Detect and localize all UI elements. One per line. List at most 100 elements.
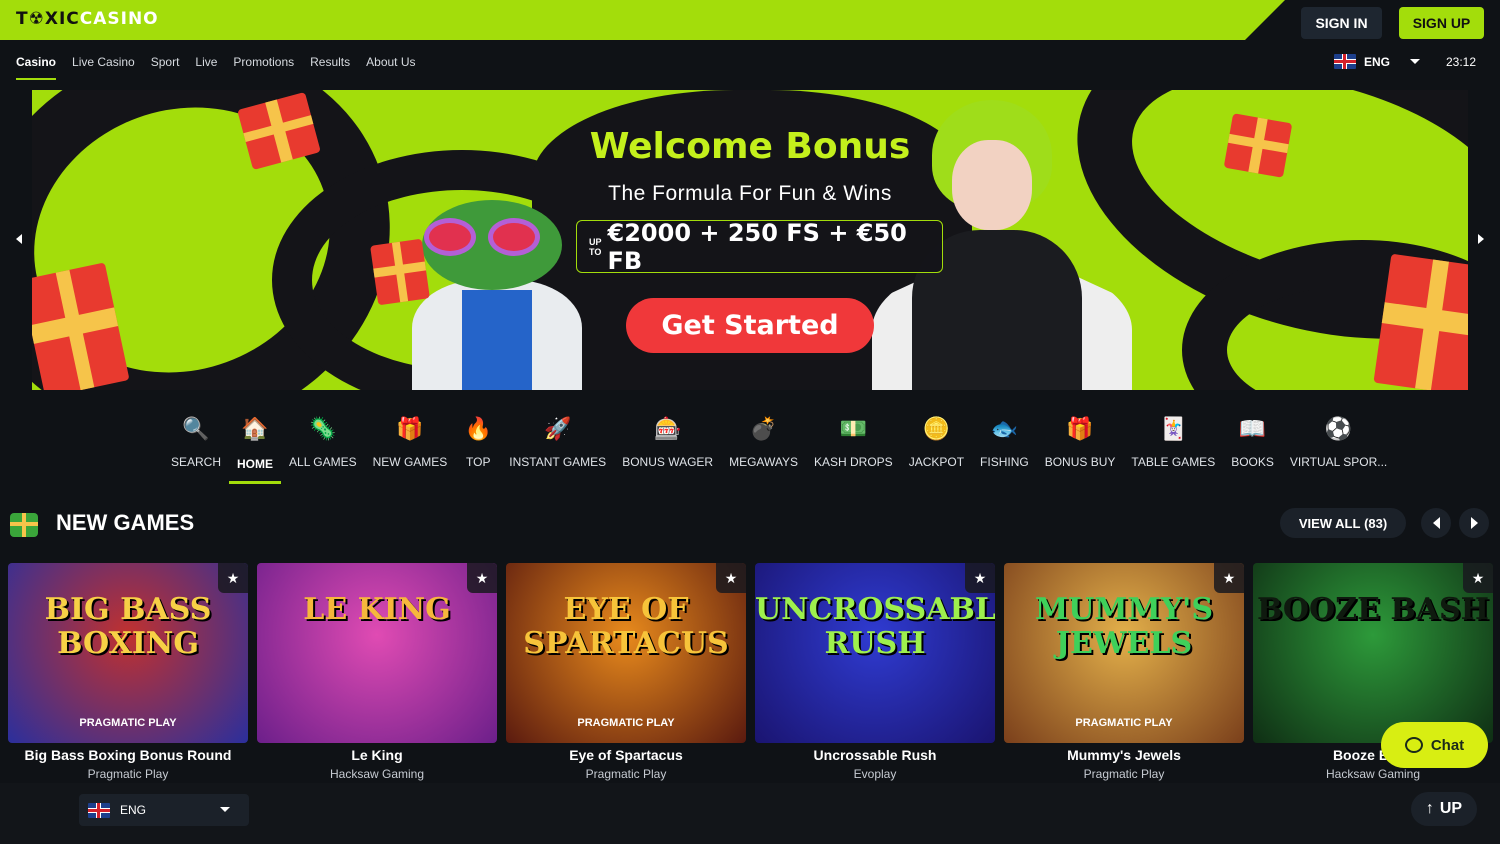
main-nav: Casino Live Casino Sport Live Promotions… xyxy=(16,48,416,80)
category-megaways[interactable]: 💣 MEGAWAYS xyxy=(721,410,806,484)
category-jackpot[interactable]: 🪙 JACKPOT xyxy=(901,410,972,484)
nav-live[interactable]: Live xyxy=(195,48,217,80)
category-label: VIRTUAL SPOR... xyxy=(1289,455,1388,469)
carousel-next-button[interactable] xyxy=(1459,508,1489,538)
chat-button[interactable]: Chat xyxy=(1381,722,1488,768)
uk-flag-icon xyxy=(1334,54,1356,69)
magnifier-icon: 🔍 xyxy=(182,416,210,441)
category-table-games[interactable]: 🃏 TABLE GAMES xyxy=(1123,410,1223,484)
category-search[interactable]: 🔍 SEARCH xyxy=(163,410,229,484)
nav-sport[interactable]: Sport xyxy=(151,48,180,80)
virtual-sports-icon: ⚽ xyxy=(1324,416,1353,441)
game-name: Uncrossable Rush xyxy=(813,747,937,763)
category-books[interactable]: 📖 BOOKS xyxy=(1223,410,1282,484)
sign-up-button[interactable]: SIGN UP xyxy=(1399,7,1484,39)
game-card[interactable]: LE KING ★ Le King Hacksaw Gaming xyxy=(257,563,497,783)
game-thumbnail[interactable]: MUMMY'S JEWELS PRAGMATIC PLAY ★ xyxy=(1004,563,1244,743)
footer-language-selector[interactable]: ENG xyxy=(79,794,249,826)
category-all-games[interactable]: 🦠 ALL GAMES xyxy=(281,410,365,484)
category-label: INSTANT GAMES xyxy=(509,455,607,469)
hero-offer: UP TO €2000 + 250 FS + €50 FB xyxy=(576,219,943,275)
flame-icon: 🔥 xyxy=(464,416,492,441)
game-card[interactable]: MUMMY'S JEWELS PRAGMATIC PLAY ★ Mummy's Jew… xyxy=(1004,563,1244,783)
category-top[interactable]: 🔥 TOP xyxy=(455,410,501,484)
uk-flag-icon xyxy=(88,802,110,818)
language-label: ENG xyxy=(1364,54,1391,69)
games-count: (83) xyxy=(1364,515,1388,531)
category-label: NEW GAMES xyxy=(372,455,448,469)
scroll-up-button[interactable]: ↑ UP xyxy=(1411,792,1477,826)
nav-results[interactable]: Results xyxy=(310,48,350,80)
chevron-left-icon xyxy=(1432,517,1440,529)
rocket-icon: 🚀 xyxy=(544,416,572,441)
category-label: ALL GAMES xyxy=(289,455,357,469)
category-label: MEGAWAYS xyxy=(729,455,798,469)
provider-tag: PRAGMATIC PLAY xyxy=(1075,717,1173,729)
game-art-title: MUMMY'S JEWELS xyxy=(1034,592,1214,661)
sign-in-button[interactable]: SIGN IN xyxy=(1301,7,1382,39)
game-provider: Pragmatic Play xyxy=(1083,767,1165,781)
game-art-title: BOOZE BASH xyxy=(1256,592,1490,627)
up-to-label: UP TO xyxy=(589,236,602,257)
cards-icon: 🃏 xyxy=(1159,416,1187,441)
clock: 23:12 xyxy=(1446,55,1477,69)
category-instant-games[interactable]: 🚀 INSTANT GAMES xyxy=(501,410,614,484)
provider-tag: PRAGMATIC PLAY xyxy=(79,717,177,729)
category-new-games[interactable]: 🎁 NEW GAMES xyxy=(365,410,456,484)
virus-icon: 🦠 xyxy=(309,416,337,441)
game-provider: Hacksaw Gaming xyxy=(329,767,425,781)
game-thumbnail[interactable]: LE KING ★ xyxy=(257,563,497,743)
top-bar: T☢XICCASINO SIGN IN SIGN UP xyxy=(0,0,1500,40)
arrow-up-icon: ↑ xyxy=(1425,800,1434,817)
game-thumbnail[interactable]: EYE OF SPARTACUS PRAGMATIC PLAY ★ xyxy=(506,563,746,743)
game-card[interactable]: UNCROSSABLE RUSH ★ Uncrossable Rush Evoplay xyxy=(755,563,995,783)
game-card[interactable]: BIG BASS BOXING PRAGMATIC PLAY ★ Big Bass B… xyxy=(8,563,248,783)
favorite-star-icon[interactable]: ★ xyxy=(1214,563,1244,593)
category-label: BONUS WAGER xyxy=(622,455,714,469)
favorite-star-icon[interactable]: ★ xyxy=(1463,563,1493,593)
category-bonus-buy[interactable]: 🎁 BONUS BUY xyxy=(1037,410,1124,484)
category-bar: 🔍 SEARCH 🏠 HOME 🦠 ALL GAMES 🎁 NEW GAMES 🔥 TOP 🚀 INS… xyxy=(163,410,1395,484)
category-kash-drops[interactable]: 💵 KASH DROPS xyxy=(806,410,901,484)
favorite-star-icon[interactable]: ★ xyxy=(965,563,995,593)
brand-stripe xyxy=(0,0,1285,40)
game-provider: Pragmatic Play xyxy=(585,767,667,781)
nav-promotions[interactable]: Promotions xyxy=(233,48,294,80)
slot-machine-icon: 🎰 xyxy=(653,416,682,441)
hero-title: Welcome Bonus xyxy=(589,126,911,167)
logo[interactable]: T☢XICCASINO xyxy=(16,9,159,29)
nav-casino[interactable]: Casino xyxy=(16,48,57,80)
logo-main-text: T☢XIC xyxy=(16,9,80,29)
logo-accent-text: CASINO xyxy=(79,9,159,29)
game-art-title: LE KING xyxy=(303,592,451,627)
category-virtual-spor[interactable]: ⚽ VIRTUAL SPOR... xyxy=(1282,410,1395,484)
game-thumbnail[interactable]: BOOZE BASH ★ xyxy=(1253,563,1493,743)
view-all-button[interactable]: VIEW ALL (83) xyxy=(1280,508,1406,538)
category-bonus-wager[interactable]: 🎰 BONUS WAGER xyxy=(614,410,721,484)
get-started-button[interactable]: Get Started xyxy=(626,298,874,353)
gift-icon xyxy=(1373,253,1468,390)
language-selector[interactable]: ENG xyxy=(1334,54,1421,69)
nav-live-casino[interactable]: Live Casino xyxy=(72,48,135,80)
favorite-star-icon[interactable]: ★ xyxy=(467,563,497,593)
category-fishing[interactable]: 🐟 FISHING xyxy=(972,410,1037,484)
gift-icon xyxy=(370,238,430,306)
category-label: JACKPOT xyxy=(908,455,965,469)
hero-prev-arrow-icon[interactable] xyxy=(16,234,22,244)
favorite-star-icon[interactable]: ★ xyxy=(218,563,248,593)
game-provider: Hacksaw Gaming xyxy=(1325,767,1421,781)
nav-about-us[interactable]: About Us xyxy=(366,48,415,80)
game-thumbnail[interactable]: BIG BASS BOXING PRAGMATIC PLAY ★ xyxy=(8,563,248,743)
category-label: SEARCH xyxy=(171,455,222,469)
fish-icon: 🐟 xyxy=(990,416,1019,441)
cash-icon: 💵 xyxy=(839,416,868,441)
category-home[interactable]: 🏠 HOME xyxy=(229,410,282,484)
game-thumbnail[interactable]: UNCROSSABLE RUSH ★ xyxy=(755,563,995,743)
carousel-prev-button[interactable] xyxy=(1421,508,1451,538)
hero-banner[interactable]: Welcome Bonus The Formula For Fun & Wins… xyxy=(32,90,1468,390)
game-card[interactable]: EYE OF SPARTACUS PRAGMATIC PLAY ★ Eye of Sp… xyxy=(506,563,746,783)
hero-subtitle: The Formula For Fun & Wins xyxy=(608,182,892,205)
hero-next-arrow-icon[interactable] xyxy=(1478,234,1484,244)
favorite-star-icon[interactable]: ★ xyxy=(716,563,746,593)
game-art-title: BIG BASS BOXING xyxy=(44,592,212,661)
